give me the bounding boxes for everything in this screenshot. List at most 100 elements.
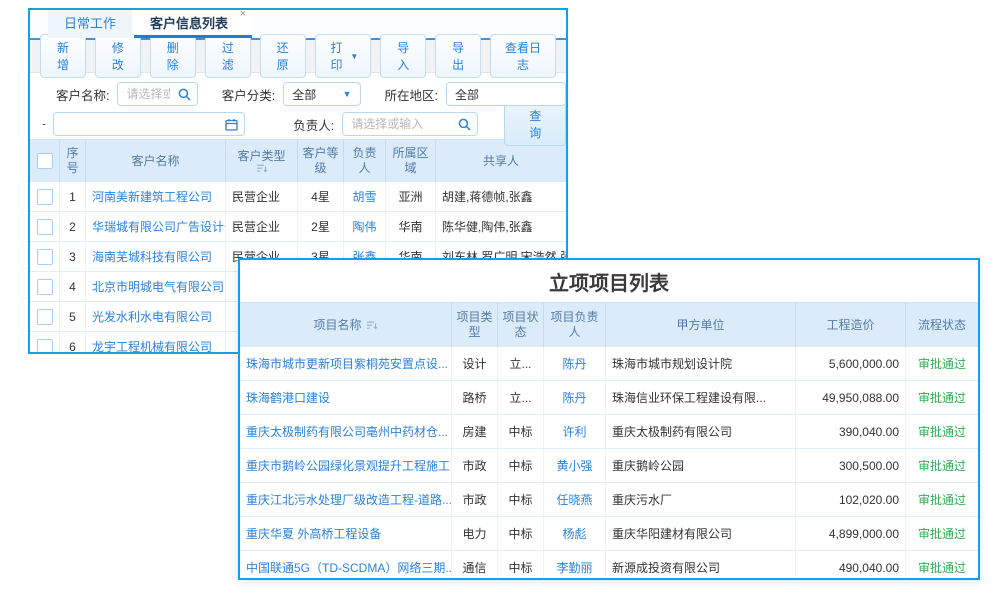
- owner-link[interactable]: 陶伟: [344, 212, 386, 241]
- toolbar-button[interactable]: 过滤: [205, 34, 251, 78]
- project-name-link[interactable]: 重庆华夏 外高桥工程设备: [240, 517, 452, 550]
- toolbar-button[interactable]: 查看日志: [490, 34, 556, 78]
- project-row: 珠海市城市更新项目紫桐苑安置点设... 设计 立... 陈丹 珠海市城市规划设计…: [240, 347, 978, 381]
- row-checkbox[interactable]: [37, 309, 53, 325]
- customer-level: 4星: [298, 182, 344, 211]
- calendar-icon[interactable]: [225, 118, 238, 131]
- row-checkbox[interactable]: [37, 249, 53, 265]
- customer-name-link[interactable]: 龙宇工程机械有限公司: [86, 332, 226, 354]
- project-type: 通信: [452, 551, 498, 580]
- header-customer-name[interactable]: 客户名称: [86, 140, 226, 182]
- project-cost: 300,500.00: [796, 449, 906, 482]
- row-no: 2: [60, 212, 86, 241]
- customer-category-select[interactable]: 全部 ▼: [283, 82, 360, 106]
- customer-type: 民营企业: [226, 212, 298, 241]
- owner-input-wrap: [342, 112, 478, 136]
- toolbar-button[interactable]: 打印 ▼: [315, 34, 372, 78]
- toolbar-button[interactable]: 导出: [435, 34, 481, 78]
- party-name: 重庆污水厂: [606, 483, 796, 516]
- select-all-checkbox[interactable]: [37, 153, 53, 169]
- search-icon[interactable]: [458, 118, 471, 131]
- toolbar-button[interactable]: 还原: [260, 34, 306, 78]
- customer-type: 民营企业: [226, 182, 298, 211]
- flow-status[interactable]: 审批通过: [906, 517, 978, 550]
- project-owner-link[interactable]: 任晓燕: [544, 483, 606, 516]
- project-table: 项目名称 项目类型 项目状态 项目负责人 甲方单位 工程造价 流程状态 珠海市城…: [240, 302, 978, 580]
- toolbar-button-label: 导入: [393, 39, 413, 73]
- project-cost: 4,899,000.00: [796, 517, 906, 550]
- customer-name-link[interactable]: 华瑞城有限公司广告设计部: [86, 212, 226, 241]
- project-owner-link[interactable]: 黄小强: [544, 449, 606, 482]
- project-owner-link[interactable]: 许利: [544, 415, 606, 448]
- project-name-link[interactable]: 珠海市城市更新项目紫桐苑安置点设...: [240, 347, 452, 380]
- project-list-window: 立项项目列表 项目名称 项目类型 项目状态 项目负责人 甲方单位 工程造价 流程…: [238, 258, 980, 580]
- header-project-name[interactable]: 项目名称: [240, 303, 452, 347]
- customer-name-link[interactable]: 北京市明城电气有限公司: [86, 272, 226, 301]
- project-name-link[interactable]: 重庆太极制药有限公司亳州中药材仓...: [240, 415, 452, 448]
- customer-name-link[interactable]: 河南美新建筑工程公司: [86, 182, 226, 211]
- party-name: 珠海市城市规划设计院: [606, 347, 796, 380]
- toolbar-button[interactable]: 新增: [40, 34, 86, 78]
- row-checkbox[interactable]: [37, 189, 53, 205]
- project-status: 中标: [498, 483, 544, 516]
- close-icon[interactable]: ×: [240, 9, 246, 20]
- region-input[interactable]: [447, 87, 565, 101]
- customer-name-link[interactable]: 海南芜城科技有限公司: [86, 242, 226, 271]
- search-icon[interactable]: [178, 88, 191, 101]
- project-owner-link[interactable]: 杨彪: [544, 517, 606, 550]
- project-status: 中标: [498, 517, 544, 550]
- customer-level: 2星: [298, 212, 344, 241]
- owner-link[interactable]: 胡雪: [344, 182, 386, 211]
- date-input[interactable]: [54, 117, 225, 131]
- toolbar-button-label: 导出: [448, 39, 468, 73]
- row-checkbox[interactable]: [37, 279, 53, 295]
- flow-status[interactable]: 审批通过: [906, 415, 978, 448]
- header-project-owner: 项目负责人: [544, 303, 606, 347]
- toolbar-button[interactable]: 导入: [380, 34, 426, 78]
- date-input-wrap: [53, 112, 245, 136]
- project-name-link[interactable]: 重庆江北污水处理厂级改造工程-道路...: [240, 483, 452, 516]
- project-name-link[interactable]: 珠海鹤港口建设: [240, 381, 452, 414]
- flow-status[interactable]: 审批通过: [906, 551, 978, 580]
- project-owner-link[interactable]: 陈丹: [544, 381, 606, 414]
- header-project-status: 项目状态: [498, 303, 544, 347]
- toolbar-button-label: 删除: [163, 39, 183, 73]
- project-type: 设计: [452, 347, 498, 380]
- project-name-link[interactable]: 中国联通5G（TD-SCDMA）网络三期...: [240, 551, 452, 580]
- project-row: 重庆江北污水处理厂级改造工程-道路... 市政 中标 任晓燕 重庆污水厂 102…: [240, 483, 978, 517]
- header-party: 甲方单位: [606, 303, 796, 347]
- flow-status[interactable]: 审批通过: [906, 483, 978, 516]
- selected-value: 全部: [292, 86, 316, 103]
- filter-row-1: 客户名称: 客户分类: 全部 ▼ 所在地区:: [30, 79, 566, 109]
- flow-status[interactable]: 审批通过: [906, 347, 978, 380]
- header-no: 序号: [60, 140, 86, 182]
- toolbar-button[interactable]: 删除: [150, 34, 196, 78]
- project-owner-link[interactable]: 陈丹: [544, 347, 606, 380]
- project-row: 重庆华夏 外高桥工程设备 电力 中标 杨彪 重庆华阳建材有限公司 4,899,0…: [240, 517, 978, 551]
- flow-status[interactable]: 审批通过: [906, 381, 978, 414]
- project-status: 中标: [498, 415, 544, 448]
- project-status: 立...: [498, 381, 544, 414]
- toolbar-button[interactable]: 修改: [95, 34, 141, 78]
- tab-customer-list[interactable]: 客户信息列表 ×: [134, 8, 252, 38]
- header-owner: 负责人: [344, 140, 386, 182]
- tab-daily-work[interactable]: 日常工作: [48, 8, 132, 38]
- customer-name-link[interactable]: 光发水利水电有限公司: [86, 302, 226, 331]
- project-name-link[interactable]: 重庆市鹅岭公园绿化景观提升工程施工: [240, 449, 452, 482]
- project-owner-link[interactable]: 李勤丽: [544, 551, 606, 580]
- customer-name-input[interactable]: [118, 87, 177, 101]
- project-list-title: 立项项目列表: [240, 260, 978, 302]
- row-checkbox[interactable]: [37, 339, 53, 355]
- row-checkbox[interactable]: [37, 219, 53, 235]
- sort-icon: [366, 321, 378, 330]
- toolbar-button-label: 打印: [328, 39, 346, 73]
- region-label: 所在地区:: [385, 85, 438, 104]
- row-no: 6: [60, 332, 86, 354]
- project-cost: 390,040.00: [796, 415, 906, 448]
- owner-input[interactable]: [343, 117, 458, 131]
- toolbar-button-label: 过滤: [218, 39, 238, 73]
- header-customer-type[interactable]: 客户类型: [226, 140, 298, 182]
- flow-status[interactable]: 审批通过: [906, 449, 978, 482]
- customer-region: 华南: [386, 212, 436, 241]
- region-select[interactable]: [446, 82, 566, 106]
